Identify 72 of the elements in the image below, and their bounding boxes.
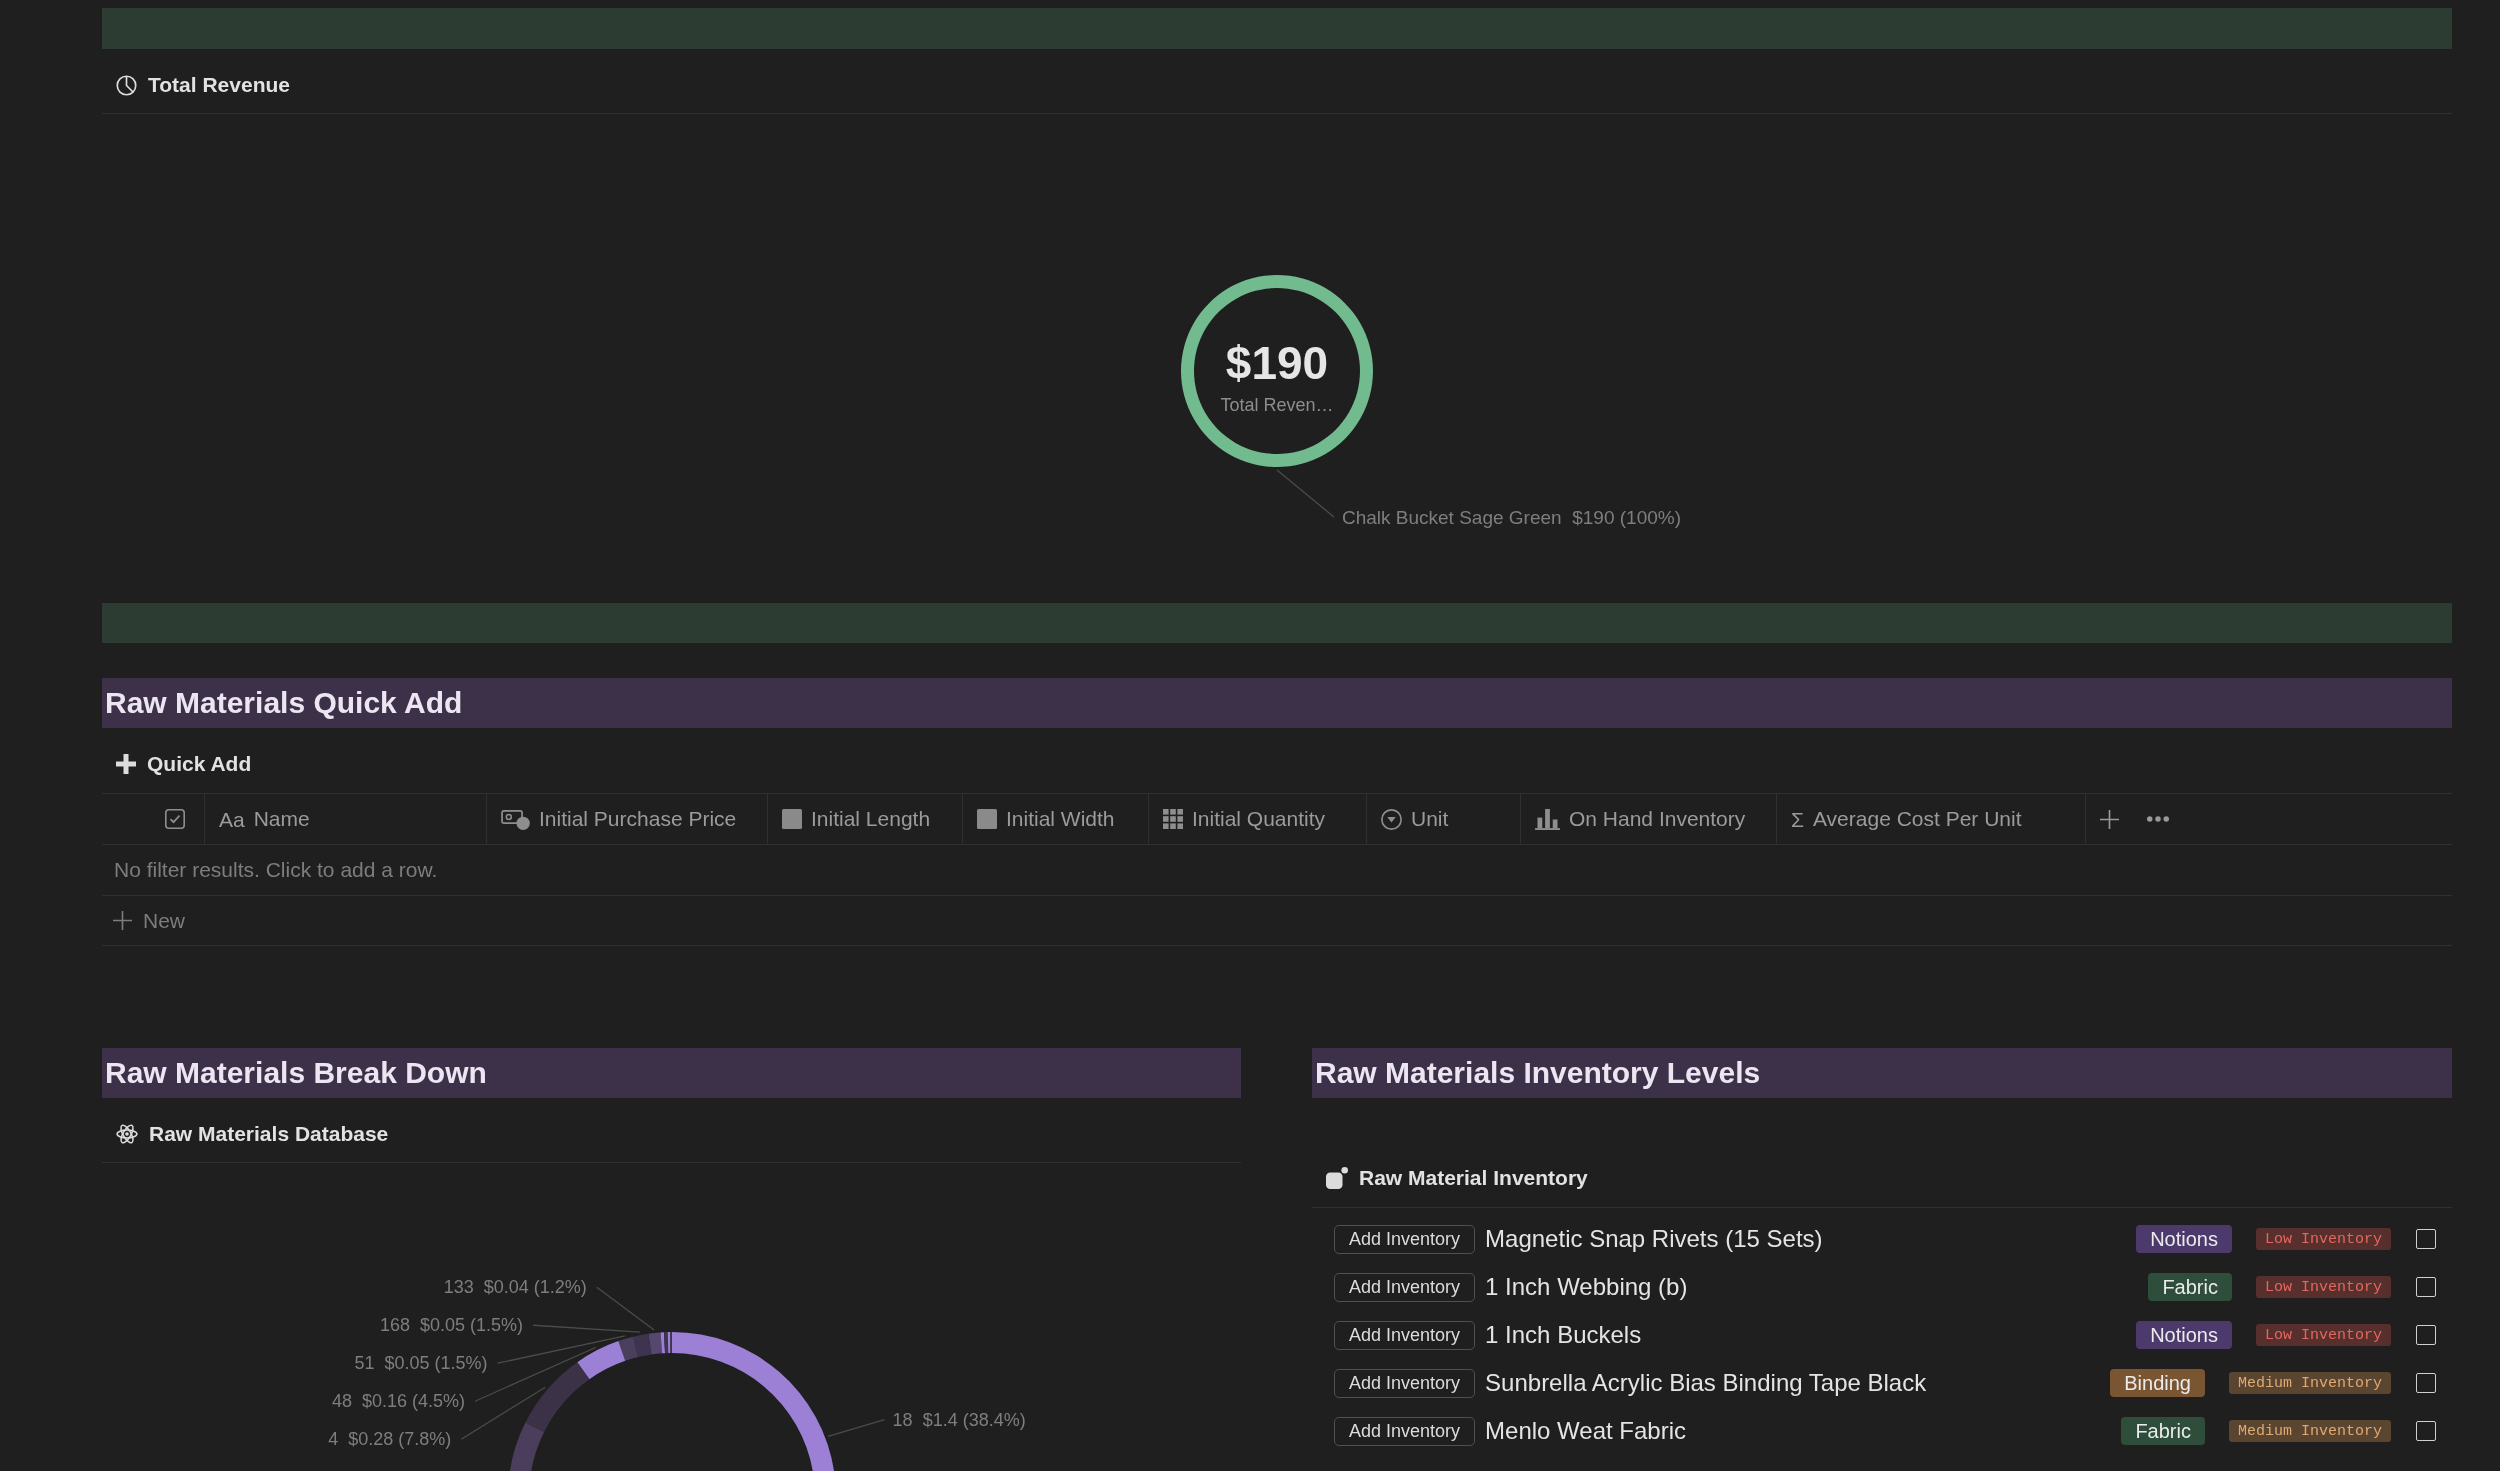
status-tag: Medium Inventory <box>2228 1420 2391 1442</box>
checkbox[interactable] <box>2416 1325 2436 1345</box>
category-tag: Binding <box>2110 1369 2205 1397</box>
plus-icon <box>116 754 136 774</box>
view-tab[interactable]: Raw Material Inventory <box>1320 1162 1594 1194</box>
more-button[interactable] <box>2147 816 2169 822</box>
grid-icon <box>1163 809 1183 829</box>
add-inventory-button[interactable]: Add Inventory <box>1334 1272 1476 1302</box>
view-tab[interactable]: Quick Add <box>110 748 258 780</box>
item-title[interactable]: Menlo Weat Fabric <box>1485 1417 2122 1445</box>
text-type-icon: Aa <box>219 808 245 830</box>
view-tab[interactable]: Raw Materials Database <box>110 1118 395 1150</box>
plus-icon <box>113 911 132 930</box>
column-header[interactable]: On Hand Inventory <box>1521 794 1777 844</box>
column-header[interactable]: Initial Purchase Price <box>487 794 768 844</box>
checkbox[interactable] <box>2416 1277 2436 1297</box>
app-badge-icon <box>1326 1167 1348 1189</box>
category-tag: Notions <box>2136 1321 2232 1349</box>
checkbox[interactable] <box>2416 1421 2436 1441</box>
caret-circle-icon <box>1381 808 1402 830</box>
section-heading: Raw Materials Quick Add <box>102 678 2452 728</box>
view-tab[interactable]: Total Revenue <box>110 69 296 101</box>
square-icon <box>977 809 997 829</box>
category-tag: Fabric <box>2148 1273 2232 1301</box>
slice-label: 133 $0.04 (1.2%) <box>443 1277 587 1298</box>
slice-label: 51 $0.05 (1.5%) <box>354 1353 488 1374</box>
leader-line <box>1276 469 1335 518</box>
add-inventory-button[interactable]: Add Inventory <box>1334 1224 1476 1254</box>
slice-label: Chalk Bucket Sage Green $190 (100%) <box>1341 506 1681 528</box>
pie-chart-icon <box>116 74 137 96</box>
plus-icon <box>2100 809 2119 829</box>
money-icon <box>501 808 530 830</box>
slice-label: 168 $0.05 (1.5%) <box>379 1315 524 1336</box>
donut-center-value: $190 <box>1225 337 1329 389</box>
category-tag: Notions <box>2136 1225 2232 1253</box>
column-header[interactable]: Initial Quantity <box>1149 794 1367 844</box>
slice-label: 48 $0.16 (4.5%) <box>331 1391 466 1412</box>
add-inventory-button[interactable]: Add Inventory <box>1334 1368 1476 1398</box>
more-icon <box>2147 816 2169 822</box>
add-column-button[interactable] <box>2100 809 2119 829</box>
square-icon <box>782 809 802 829</box>
section-heading: Raw Materials Inventory Levels <box>1312 1048 2452 1098</box>
donut-center-label: Total Reven… <box>1220 395 1334 415</box>
item-title[interactable]: 1 Inch Buckels <box>1485 1321 2137 1349</box>
item-title[interactable]: 1 Inch Webbing (b) <box>1485 1273 2149 1301</box>
status-tag: Medium Inventory <box>2228 1372 2391 1394</box>
column-header[interactable]: Initial Width <box>963 794 1149 844</box>
atom-icon <box>116 1123 138 1145</box>
bar-chart-icon <box>1535 808 1560 830</box>
leader-line <box>827 1419 886 1438</box>
status-tag: Low Inventory <box>2255 1276 2391 1298</box>
status-tag: Low Inventory <box>2255 1228 2391 1250</box>
status-tag: Low Inventory <box>2255 1324 2391 1346</box>
column-header[interactable]: Unit <box>1367 794 1521 844</box>
section-heading: Raw Materials Break Down <box>102 1048 1241 1098</box>
checkbox[interactable] <box>2416 1229 2436 1249</box>
slice-label: 4 $0.28 (7.8%) <box>328 1429 452 1450</box>
column-header[interactable]: Aa Name <box>205 794 487 844</box>
add-inventory-button[interactable]: Add Inventory <box>1334 1320 1476 1350</box>
column-header[interactable]: Initial Length <box>768 794 963 844</box>
slice-label: 18 $1.4 (38.4%) <box>892 1409 1026 1430</box>
item-title[interactable]: Magnetic Snap Rivets (15 Sets) <box>1485 1225 2137 1253</box>
add-inventory-button[interactable]: Add Inventory <box>1334 1416 1476 1446</box>
item-title[interactable]: Sunbrella Acrylic Bias Binding Tape Black <box>1485 1369 2111 1397</box>
new-row-button[interactable]: New <box>113 908 185 933</box>
donut-slice <box>633 1333 652 1358</box>
empty-table-message[interactable]: No filter results. Click to add a row. <box>102 845 2452 896</box>
checkbox[interactable] <box>2416 1373 2436 1393</box>
sigma-icon: Σ <box>1791 808 1804 830</box>
checkbox-icon <box>165 809 185 829</box>
column-header[interactable]: Σ Average Cost Per Unit <box>1777 794 2086 844</box>
category-tag: Fabric <box>2121 1417 2205 1445</box>
